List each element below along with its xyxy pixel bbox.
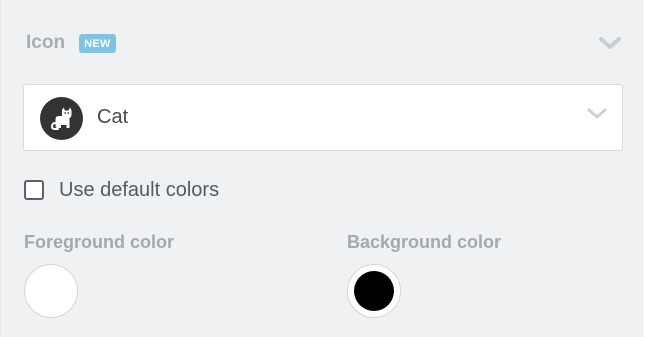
chevron-down-icon[interactable] (598, 33, 622, 53)
use-default-colors-option[interactable]: Use default colors (24, 177, 219, 203)
background-color-swatch[interactable] (347, 264, 401, 318)
foreground-color-label: Foreground color (24, 232, 174, 252)
chevron-down-icon (587, 108, 607, 119)
use-default-colors-label: Use default colors (59, 178, 220, 201)
background-color-label: Background color (347, 232, 502, 252)
section-header[interactable]: Icon NEW (26, 30, 622, 56)
icon-settings-panel: Icon NEW Cat Use default colors Foregrou… (0, 0, 643, 337)
section-title: Icon (26, 32, 66, 53)
use-default-colors-checkbox[interactable] (24, 180, 44, 200)
background-color-fill (354, 271, 394, 311)
select-value: Cat (97, 106, 129, 128)
foreground-color-swatch[interactable] (24, 264, 78, 318)
cat-icon (40, 97, 83, 140)
new-badge: NEW (79, 33, 116, 53)
icon-select-dropdown[interactable]: Cat (23, 84, 623, 151)
foreground-color-fill (31, 271, 71, 311)
